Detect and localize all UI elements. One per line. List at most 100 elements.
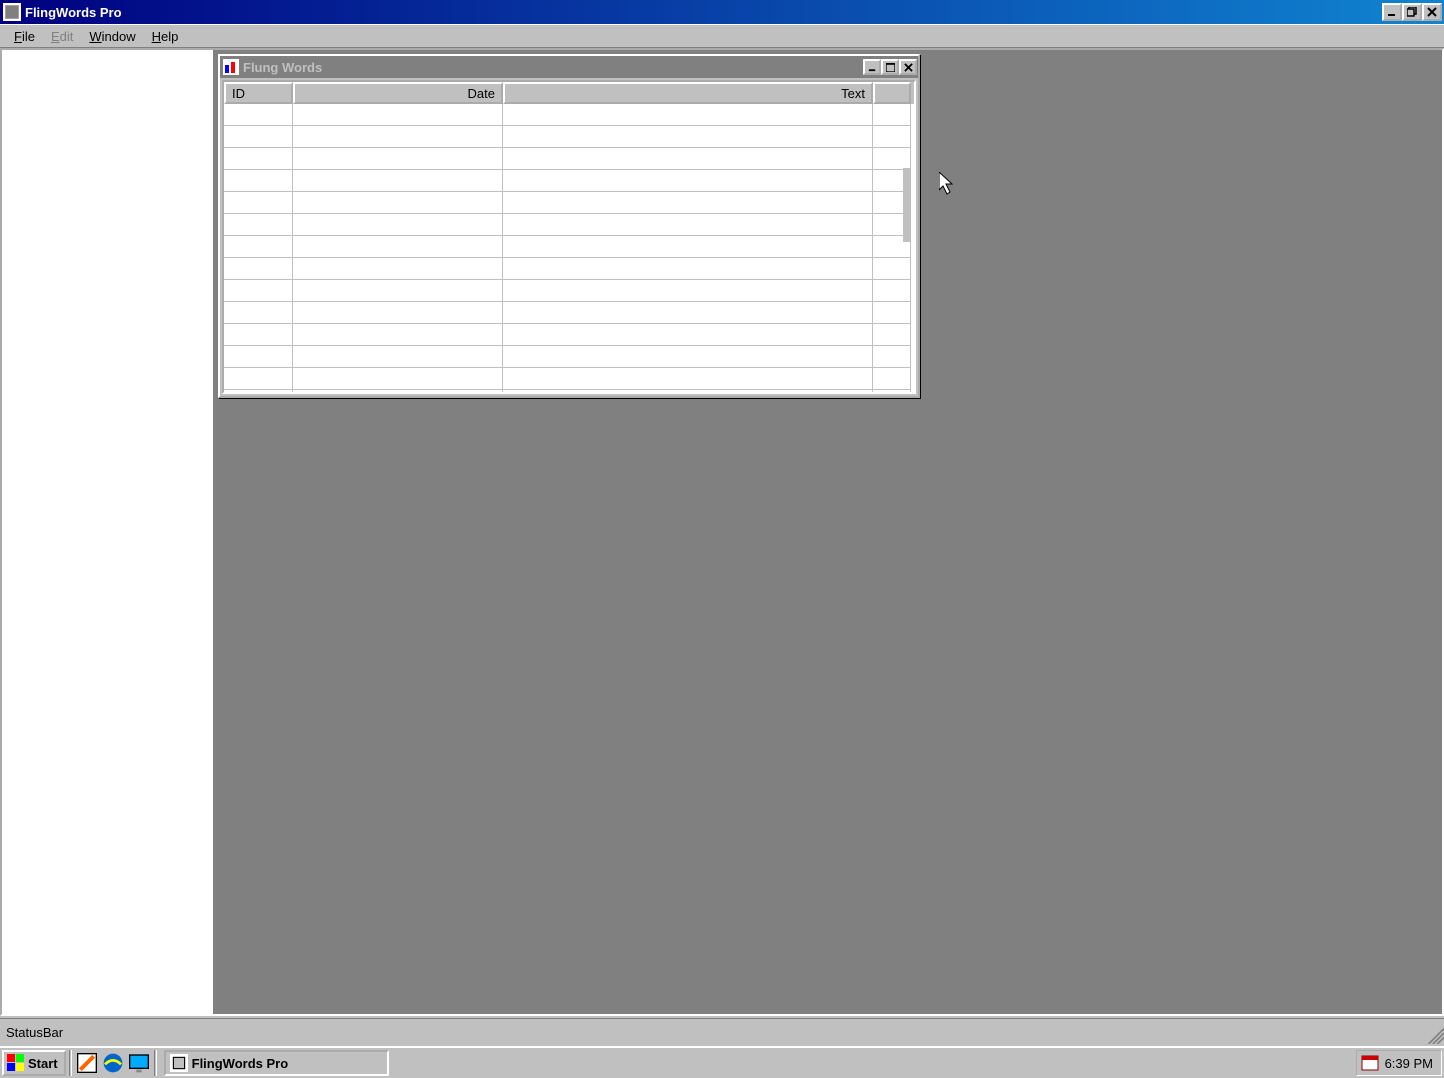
- app-title: FlingWords Pro: [25, 5, 1382, 20]
- grid-cell: [503, 258, 873, 280]
- grid-row[interactable]: [224, 236, 914, 258]
- side-panel: [2, 50, 215, 1014]
- grid-cell: [224, 126, 293, 148]
- grid-cell: [224, 324, 293, 346]
- grid-cell: [293, 390, 503, 392]
- minimize-button[interactable]: [1382, 3, 1402, 21]
- app-titlebar: FlingWords Pro: [0, 0, 1444, 24]
- grid-cell: [293, 280, 503, 302]
- grid-cell: [224, 280, 293, 302]
- grid-cell: [293, 368, 503, 390]
- quick-launch-edit-icon[interactable]: [75, 1051, 99, 1075]
- grid-cell: [224, 346, 293, 368]
- taskbar-app-button[interactable]: FlingWords Pro: [164, 1050, 389, 1076]
- grid-cell: [873, 148, 911, 170]
- grid-cell: [873, 346, 911, 368]
- statusbar-text: StatusBar: [6, 1025, 63, 1040]
- taskbar-separator: [154, 1050, 157, 1076]
- grid-cell: [873, 126, 911, 148]
- column-header-date[interactable]: Date: [293, 82, 503, 104]
- taskbar-separator: [69, 1050, 72, 1076]
- grid-cell: [224, 192, 293, 214]
- column-header-id[interactable]: ID: [224, 82, 293, 104]
- menu-window[interactable]: Window: [81, 27, 143, 46]
- scrollbar-thumb[interactable]: [903, 168, 910, 242]
- grid-cell: [503, 346, 873, 368]
- grid-cell: [293, 170, 503, 192]
- resize-grip-icon[interactable]: [1422, 1022, 1444, 1044]
- grid-cell: [503, 280, 873, 302]
- grid-cell: [293, 302, 503, 324]
- tray-calendar-icon[interactable]: [1361, 1054, 1379, 1072]
- grid-row[interactable]: [224, 302, 914, 324]
- grid: ID Date Text: [222, 80, 916, 394]
- grid-cell: [873, 368, 911, 390]
- grid-row[interactable]: [224, 368, 914, 390]
- child-close-button[interactable]: [899, 59, 917, 75]
- column-header-extra[interactable]: [873, 82, 911, 104]
- grid-cell: [224, 170, 293, 192]
- menu-help[interactable]: Help: [144, 27, 187, 46]
- grid-row[interactable]: [224, 214, 914, 236]
- grid-cell: [293, 148, 503, 170]
- taskbar-app-icon: [170, 1054, 188, 1072]
- grid-cell: [503, 214, 873, 236]
- grid-cell: [293, 324, 503, 346]
- grid-cell: [224, 104, 293, 126]
- grid-row[interactable]: [224, 280, 914, 302]
- grid-cell: [503, 148, 873, 170]
- grid-row[interactable]: [224, 104, 914, 126]
- menubar: File Edit Window Help: [0, 24, 1444, 48]
- close-button[interactable]: [1422, 3, 1442, 21]
- grid-cell: [873, 302, 911, 324]
- quick-launch: [75, 1051, 151, 1075]
- grid-cell: [873, 390, 911, 392]
- grid-cell: [873, 280, 911, 302]
- grid-cell: [503, 302, 873, 324]
- statusbar: StatusBar: [0, 1018, 1444, 1046]
- grid-body: [224, 104, 914, 392]
- child-window-icon: [223, 59, 239, 75]
- grid-cell: [293, 236, 503, 258]
- grid-row[interactable]: [224, 324, 914, 346]
- menu-file[interactable]: File: [6, 27, 43, 46]
- grid-row[interactable]: [224, 390, 914, 392]
- start-button[interactable]: Start: [2, 1050, 66, 1076]
- grid-cell: [293, 214, 503, 236]
- grid-cell: [503, 126, 873, 148]
- grid-row[interactable]: [224, 170, 914, 192]
- grid-row[interactable]: [224, 346, 914, 368]
- quick-launch-desktop-icon[interactable]: [127, 1051, 151, 1075]
- menu-edit: Edit: [43, 27, 81, 46]
- grid-cell: [224, 148, 293, 170]
- app-icon: [3, 3, 21, 21]
- grid-cell: [293, 126, 503, 148]
- column-header-text[interactable]: Text: [503, 82, 873, 104]
- grid-cell: [293, 192, 503, 214]
- grid-cell: [873, 104, 911, 126]
- clock[interactable]: 6:39 PM: [1385, 1056, 1433, 1071]
- grid-cell: [293, 258, 503, 280]
- child-window: Flung Words ID Date Tex: [218, 54, 920, 398]
- windows-flag-icon: [7, 1054, 25, 1072]
- start-label: Start: [28, 1056, 58, 1071]
- grid-cell: [503, 390, 873, 392]
- grid-row[interactable]: [224, 192, 914, 214]
- child-titlebar[interactable]: Flung Words: [220, 56, 918, 78]
- workspace: Flung Words ID Date Tex: [0, 48, 1444, 1016]
- grid-cell: [503, 192, 873, 214]
- grid-cell: [873, 324, 911, 346]
- restore-button[interactable]: [1402, 3, 1422, 21]
- grid-row[interactable]: [224, 258, 914, 280]
- taskbar: Start FlingWords Pro 6:39 PM: [0, 1046, 1444, 1078]
- quick-launch-ie-icon[interactable]: [101, 1051, 125, 1075]
- grid-cell: [224, 368, 293, 390]
- child-maximize-button[interactable]: [881, 59, 899, 75]
- taskbar-app-label: FlingWords Pro: [192, 1056, 289, 1071]
- grid-row[interactable]: [224, 148, 914, 170]
- child-minimize-button[interactable]: [863, 59, 881, 75]
- grid-cell: [503, 324, 873, 346]
- grid-cell: [503, 170, 873, 192]
- system-tray: 6:39 PM: [1356, 1050, 1442, 1076]
- grid-row[interactable]: [224, 126, 914, 148]
